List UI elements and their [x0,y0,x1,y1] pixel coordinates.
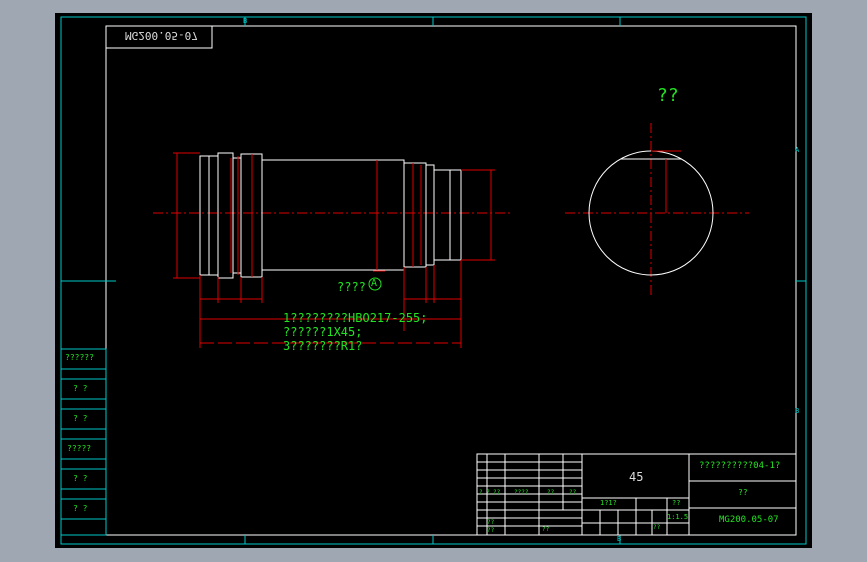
small-label-4: ?? [653,524,661,531]
datum-marker-label: ???? [337,280,366,294]
revision-header-5: ?? [569,489,577,496]
note-3: 3???????R1? [283,339,363,353]
left-table-row-1: ?????? [65,353,94,362]
shaft-outline [199,152,462,279]
scale-header: 1?1? [600,499,617,507]
drawing-sheet: MG200.05-07 ?? ???? A 1????????HBO217-25… [55,13,812,548]
note-2: ??????1X45; [283,325,363,339]
note-1: 1????????HBO217-255; [283,311,428,325]
material-value: 45 [629,470,644,484]
zone-top-b: B [243,17,248,25]
small-label-2: ?? [487,527,495,534]
left-table-row-5: ? ? [73,474,88,483]
zone-bottom-b: B [617,535,622,543]
small-label-1: ?? [487,519,495,526]
scale-value: 1:1.5 [667,513,689,521]
section-title: ?? [657,85,679,106]
revision-header-2: ?? [493,489,501,496]
inner-frame [105,25,797,536]
revision-header-3: ???? [514,489,529,496]
revision-header-1: ? ? [479,489,490,496]
zone-right-a: A [795,146,800,154]
left-table-row-2: ? ? [73,384,88,393]
unit-label: ?? [738,488,748,497]
small-label-3: ?? [542,526,550,533]
datum-letter: A [371,278,378,289]
revision-header-4: ?? [547,489,555,496]
zone-right-b: B [795,407,800,415]
part-name: ??????????04-1? [699,461,781,471]
left-table-row-6: ? ? [73,504,88,513]
left-table-row-4: ????? [67,444,92,453]
left-table-row-3: ? ? [73,414,88,423]
scale-header-2: ?? [672,499,681,507]
drawing-number: MG200.05-07 [719,515,779,525]
center-lines [153,123,749,295]
mirrored-drawing-number: MG200.05-07 [125,29,198,42]
